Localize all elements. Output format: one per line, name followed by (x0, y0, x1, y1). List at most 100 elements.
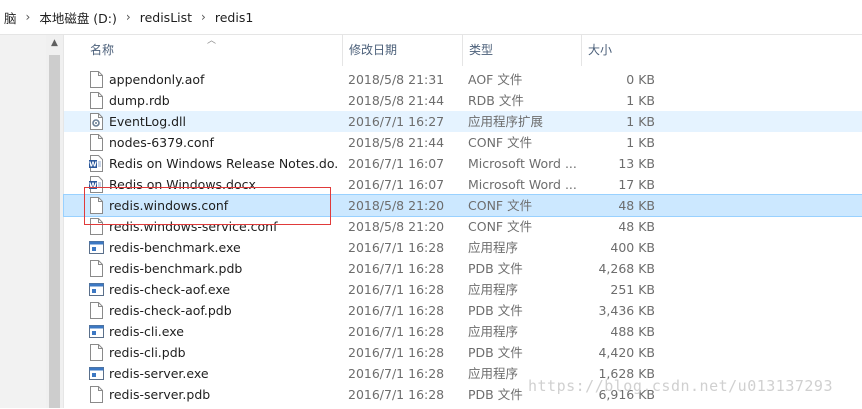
file-row[interactable]: redis-check-aof.pdb 2016/7/1 16:28 PDB 文件 3… (64, 300, 862, 321)
generic-file-icon (89, 302, 104, 319)
file-name: redis-cli.pdb (109, 345, 186, 360)
file-row[interactable]: redis.windows.conf 2018/5/8 21:20 CONF 文件 4… (63, 194, 862, 217)
file-date: 2016/7/1 16:28 (348, 345, 445, 360)
file-name: appendonly.aof (109, 72, 205, 87)
breadcrumb-item-redislist[interactable]: redisList (136, 10, 196, 25)
file-date: 2018/5/8 21:44 (348, 135, 445, 150)
file-size: 17 KB (618, 177, 655, 192)
breadcrumb-chevron-icon[interactable]: › (21, 10, 36, 24)
file-date: 2018/5/8 21:31 (348, 72, 445, 87)
file-date: 2016/7/1 16:28 (348, 282, 445, 297)
file-date: 2016/7/1 16:07 (348, 156, 445, 171)
file-name: Redis on Windows.docx (109, 177, 256, 192)
file-row[interactable]: nodes-6379.conf 2018/5/8 21:44 CONF 文件 1 KB (64, 132, 862, 153)
file-date: 2016/7/1 16:28 (348, 366, 445, 381)
file-date: 2018/5/8 21:20 (348, 198, 445, 213)
file-size: 0 KB (626, 72, 655, 87)
file-name: redis-server.exe (109, 366, 209, 381)
file-row[interactable]: dump.rdb 2018/5/8 21:44 RDB 文件 1 KB (64, 90, 862, 111)
file-date: 2016/7/1 16:28 (348, 387, 445, 402)
breadcrumb-item-drive[interactable]: 本地磁盘 (D:) (35, 8, 121, 27)
file-row[interactable]: redis-cli.pdb 2016/7/1 16:28 PDB 文件 4,420 K… (64, 342, 862, 363)
file-list: appendonly.aof 2018/5/8 21:31 AOF 文件 0 KB du… (63, 69, 862, 405)
scroll-up-arrow-icon[interactable]: ▲ (46, 35, 63, 52)
file-date: 2016/7/1 16:28 (348, 240, 445, 255)
file-row[interactable]: redis-check-aof.exe 2016/7/1 16:28 应用程序 251… (64, 279, 862, 300)
file-type: 应用程序 (468, 282, 519, 297)
file-type: CONF 文件 (468, 219, 533, 234)
file-name: redis-cli.exe (109, 324, 184, 339)
column-header-name[interactable]: 名称 (84, 35, 342, 66)
file-date: 2018/5/8 21:44 (348, 93, 445, 108)
word-document-icon: W (89, 176, 104, 193)
file-date: 2016/7/1 16:07 (348, 177, 445, 192)
file-size: 488 KB (610, 324, 655, 339)
file-type: Microsoft Word ... (468, 177, 577, 192)
generic-file-icon (89, 134, 104, 151)
word-document-icon: W (89, 155, 104, 172)
file-name: redis-server.pdb (109, 387, 211, 402)
file-row[interactable]: redis-benchmark.exe 2016/7/1 16:28 应用程序 400… (64, 237, 862, 258)
file-size: 251 KB (610, 282, 655, 297)
file-type: RDB 文件 (468, 93, 524, 108)
watermark: https://blog.csdn.net/u013137293 (528, 377, 833, 395)
generic-file-icon (89, 386, 104, 403)
svg-text:W: W (89, 161, 97, 169)
file-date: 2016/7/1 16:28 (348, 324, 445, 339)
svg-text:W: W (89, 182, 97, 190)
file-row[interactable]: W Redis on Windows Release Notes.do... 201… (64, 153, 862, 174)
file-size: 13 KB (618, 156, 655, 171)
file-name: redis-benchmark.exe (109, 240, 241, 255)
executable-icon (89, 281, 104, 298)
file-name: redis-benchmark.pdb (109, 261, 243, 276)
executable-icon (89, 323, 104, 340)
navigation-pane-scrollbar[interactable]: ▲ (46, 35, 64, 408)
file-size: 3,436 KB (598, 303, 655, 318)
breadcrumb: 脑 › 本地磁盘 (D:) › redisList › redis1 (0, 0, 862, 35)
breadcrumb-chevron-icon[interactable]: › (196, 10, 211, 24)
file-name: Redis on Windows Release Notes.do... (109, 156, 339, 171)
executable-icon (89, 365, 104, 382)
file-type: Microsoft Word ... (468, 156, 577, 171)
file-name: nodes-6379.conf (109, 135, 214, 150)
breadcrumb-item-redis1[interactable]: redis1 (211, 10, 257, 25)
scrollbar-thumb[interactable] (49, 55, 60, 408)
file-type: CONF 文件 (468, 135, 533, 150)
file-date: 2016/7/1 16:27 (348, 114, 445, 129)
file-type: PDB 文件 (468, 345, 523, 360)
navigation-pane (0, 35, 47, 408)
file-date: 2016/7/1 16:28 (348, 303, 445, 318)
file-date: 2016/7/1 16:28 (348, 261, 445, 276)
file-size: 4,420 KB (598, 345, 655, 360)
generic-file-icon (89, 344, 104, 361)
file-size: 4,268 KB (598, 261, 655, 276)
executable-icon (89, 239, 104, 256)
breadcrumb-chevron-icon[interactable]: › (121, 10, 136, 24)
column-header-type[interactable]: 类型 (462, 35, 581, 66)
file-row[interactable]: appendonly.aof 2018/5/8 21:31 AOF 文件 0 KB (64, 69, 862, 90)
file-size: 48 KB (618, 198, 655, 213)
file-type: PDB 文件 (468, 303, 523, 318)
file-size: 48 KB (618, 219, 655, 234)
generic-file-icon (89, 92, 104, 109)
file-size: 400 KB (610, 240, 655, 255)
file-size: 1 KB (626, 114, 655, 129)
file-name: redis-check-aof.pdb (109, 303, 232, 318)
file-row[interactable]: W Redis on Windows.docx 2016/7/1 16:07 Micr… (64, 174, 862, 195)
file-row[interactable]: redis.windows-service.conf 2018/5/8 21:20… (64, 216, 862, 237)
file-type: 应用程序 (468, 240, 519, 255)
file-size: 1 KB (626, 93, 655, 108)
column-header-size[interactable]: 大小 (581, 35, 661, 66)
file-type: CONF 文件 (468, 198, 533, 213)
file-name: EventLog.dll (109, 114, 186, 129)
dll-gear-icon (89, 113, 104, 130)
file-type: 应用程序扩展 (468, 114, 544, 129)
file-row[interactable]: EventLog.dll 2016/7/1 16:27 应用程序扩展 1 KB (64, 111, 862, 132)
file-name: redis.windows-service.conf (109, 219, 278, 234)
file-type: PDB 文件 (468, 261, 523, 276)
column-header-date[interactable]: 修改日期 (342, 35, 462, 66)
file-row[interactable]: redis-cli.exe 2016/7/1 16:28 应用程序 488 KB (64, 321, 862, 342)
breadcrumb-item-computer[interactable]: 脑 (0, 8, 21, 27)
file-row[interactable]: redis-benchmark.pdb 2016/7/1 16:28 PDB 文件 4… (64, 258, 862, 279)
generic-file-icon (89, 197, 104, 214)
